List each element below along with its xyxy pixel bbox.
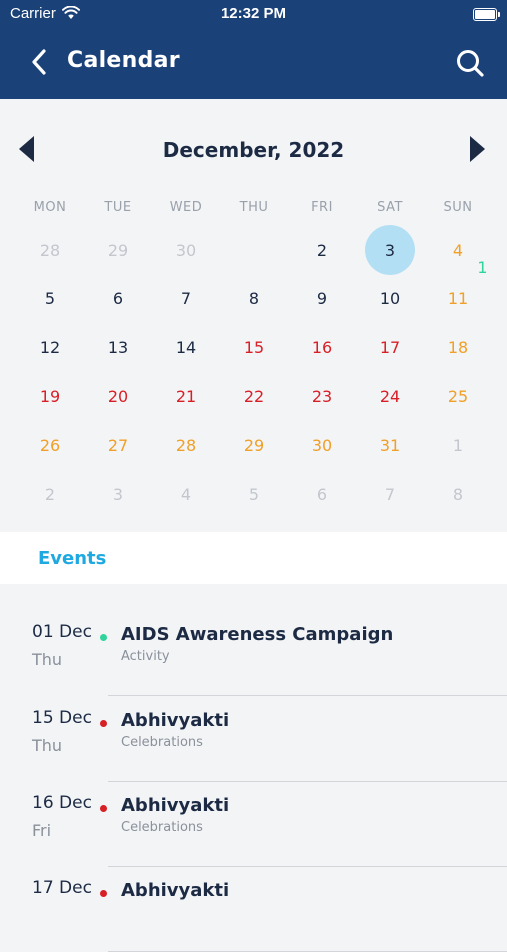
event-date: 01 Dec <box>32 622 92 642</box>
day-cell[interactable]: 20 <box>93 371 143 421</box>
day-cell[interactable]: 29 <box>93 225 143 275</box>
event-status-dot <box>100 634 107 641</box>
weekday-label: TUE <box>104 200 132 215</box>
event-date: 16 Dec <box>32 793 92 813</box>
battery-icon <box>473 8 500 21</box>
search-icon[interactable] <box>455 48 485 78</box>
month-label: December, 2022 <box>162 138 345 162</box>
day-cell[interactable]: 5 <box>229 469 279 519</box>
weekday-label: SUN <box>443 200 473 215</box>
event-status-dot <box>100 805 107 812</box>
events-section-header: Events <box>0 532 507 584</box>
event-date: 17 Dec <box>32 878 92 898</box>
next-month-icon[interactable] <box>469 136 485 162</box>
app-header: Carrier 12:32 PM Calendar <box>0 0 507 99</box>
event-list-item[interactable]: 16 Dec Fri Abhivyakti Celebrations <box>0 781 507 867</box>
day-cell[interactable]: 4 <box>161 469 211 519</box>
event-status-dot <box>100 890 107 897</box>
day-cell[interactable]: 18 <box>433 322 483 372</box>
weekday-header: MON TUE WED THU FRI SAT SUN <box>0 200 507 218</box>
day-cell[interactable]: 29 <box>229 420 279 470</box>
day-cell[interactable]: 14 <box>161 322 211 372</box>
event-list-item[interactable]: 01 Dec Thu AIDS Awareness Campaign Activity <box>0 610 507 696</box>
day-cell[interactable]: 19 <box>25 371 75 421</box>
month-navigator: December, 2022 <box>0 130 507 170</box>
weekday-label: FRI <box>311 200 333 215</box>
event-category: Activity <box>121 649 170 664</box>
day-cell[interactable]: 10 <box>365 273 415 323</box>
day-cell[interactable]: 7 <box>161 273 211 323</box>
day-cell[interactable]: 16 <box>297 322 347 372</box>
day-cell[interactable]: 1 <box>433 420 483 470</box>
event-title: Abhivyakti <box>121 710 230 731</box>
event-weekday: Fri <box>32 821 52 840</box>
day-cell[interactable]: 24 <box>365 371 415 421</box>
day-cell[interactable]: 2 <box>25 469 75 519</box>
event-category: Celebrations <box>121 735 203 750</box>
weekday-label: SAT <box>377 200 403 215</box>
day-cell[interactable]: 8 <box>229 273 279 323</box>
event-title: Abhivyakti <box>121 795 230 816</box>
day-cell[interactable]: 5 <box>25 273 75 323</box>
status-time: 12:32 PM <box>220 5 287 22</box>
day-cell[interactable]: 27 <box>93 420 143 470</box>
page-title: Calendar <box>67 48 180 73</box>
day-cell[interactable]: 7 <box>365 469 415 519</box>
event-status-dot <box>100 720 107 727</box>
day-cell[interactable]: 25 <box>433 371 483 421</box>
day-cell[interactable]: 26 <box>25 420 75 470</box>
day-cell[interactable]: 17 <box>365 322 415 372</box>
day-cell[interactable]: 4 <box>433 225 483 275</box>
day-cell[interactable]: 13 <box>93 322 143 372</box>
day-cell[interactable]: 23 <box>297 371 347 421</box>
day-cell[interactable]: 9 <box>297 273 347 323</box>
day-cell[interactable]: 31 <box>365 420 415 470</box>
day-cell[interactable]: 12 <box>25 322 75 372</box>
weekday-label: WED <box>169 200 203 215</box>
event-weekday: Thu <box>32 650 63 669</box>
event-title: AIDS Awareness Campaign <box>121 624 394 645</box>
events-label: Events <box>38 548 107 569</box>
day-cell[interactable]: 28 <box>25 225 75 275</box>
day-cell[interactable]: 6 <box>93 273 143 323</box>
selected-day-cell[interactable]: 3 <box>365 225 415 275</box>
day-cell[interactable]: 30 <box>161 225 211 275</box>
event-weekday: Thu <box>32 736 63 755</box>
event-date: 15 Dec <box>32 708 92 728</box>
event-title: Abhivyakti <box>121 880 230 901</box>
day-cell[interactable]: 6 <box>297 469 347 519</box>
day-cell[interactable]: 3 <box>93 469 143 519</box>
day-cell[interactable]: 21 <box>161 371 211 421</box>
weekday-label: MON <box>33 200 67 215</box>
chevron-left-icon[interactable] <box>28 48 52 76</box>
weekday-label: THU <box>239 200 269 215</box>
status-bar: Carrier 12:32 PM <box>0 0 507 28</box>
event-category: Celebrations <box>121 820 203 835</box>
day-cell[interactable]: 28 <box>161 420 211 470</box>
day-cell[interactable]: 2 <box>297 225 347 275</box>
event-list-item[interactable]: 17 Dec Abhivyakti <box>0 866 507 952</box>
day-cell[interactable]: 22 <box>229 371 279 421</box>
day-cell[interactable]: 8 <box>433 469 483 519</box>
day-cell[interactable]: 30 <box>297 420 347 470</box>
day-cell[interactable]: 15 <box>229 322 279 372</box>
event-list-item[interactable]: 15 Dec Thu Abhivyakti Celebrations <box>0 696 507 782</box>
day-cell[interactable]: 11 <box>433 273 483 323</box>
